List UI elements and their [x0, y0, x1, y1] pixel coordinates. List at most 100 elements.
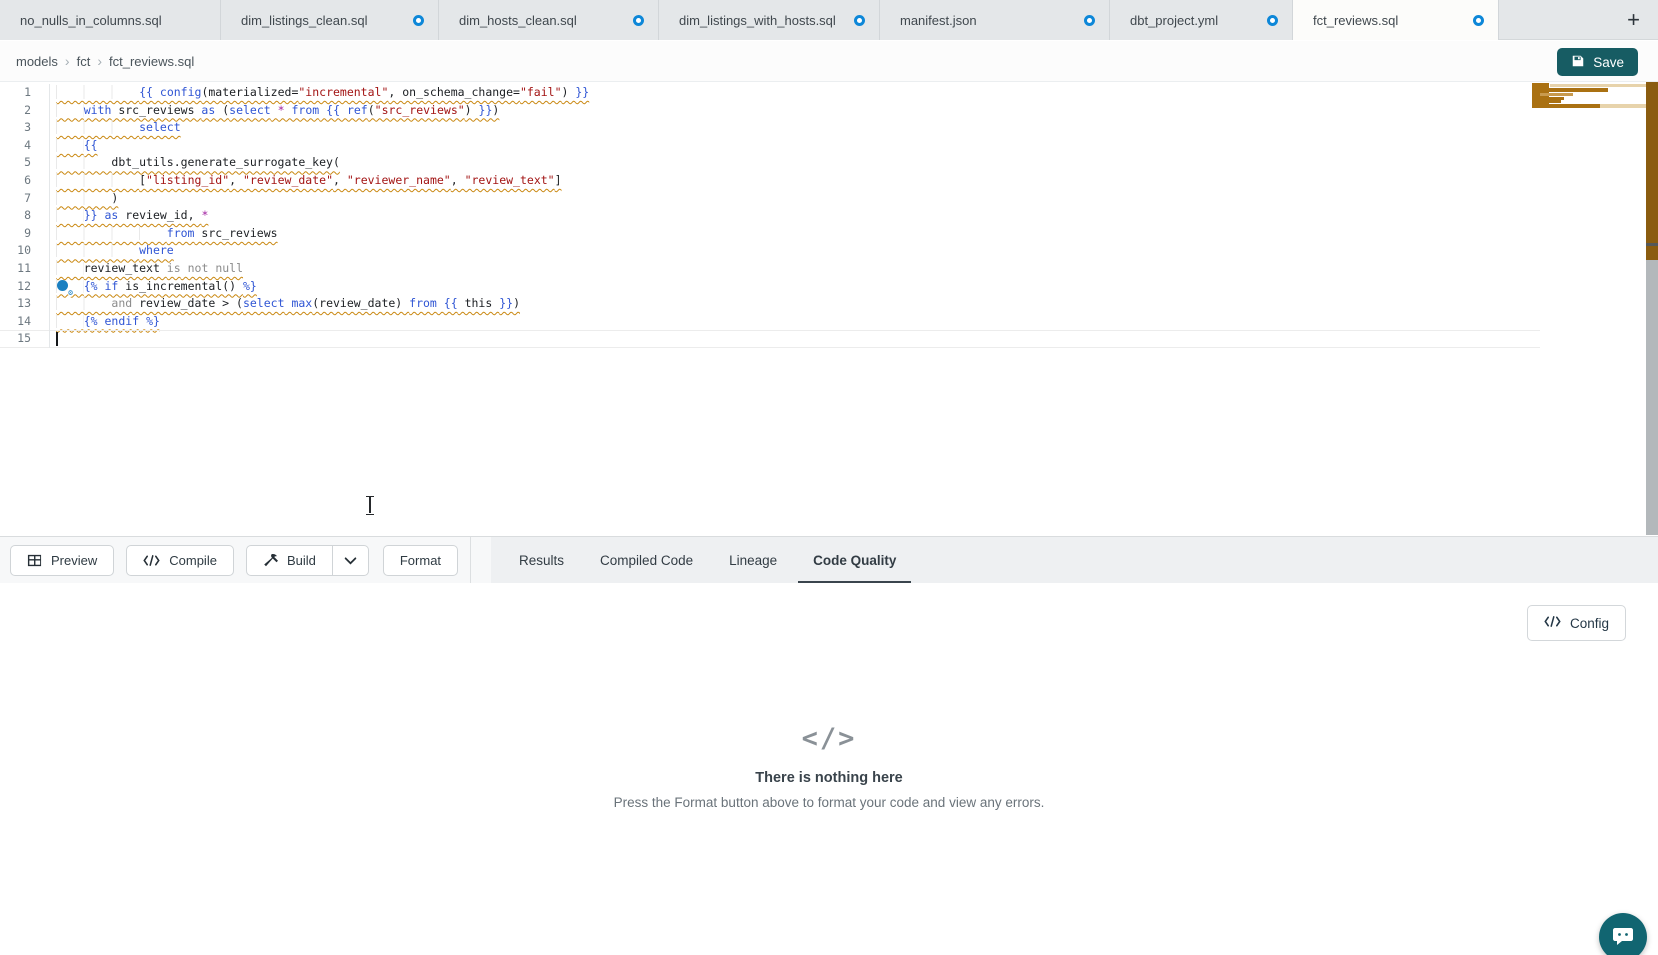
code-line-content: ["listing_id", "review_date", "reviewer_…	[50, 172, 562, 190]
code-line[interactable]: 11 review_text is not null	[0, 260, 1540, 278]
file-tab[interactable]: manifest.json	[880, 0, 1110, 40]
panel-tab-compiled-code[interactable]: Compiled Code	[585, 537, 708, 584]
line-number: 6	[0, 172, 50, 190]
file-tab[interactable]: dbt_project.yml	[1110, 0, 1293, 40]
code-token: )	[513, 296, 520, 310]
code-token: }}	[479, 103, 493, 117]
code-line[interactable]: 13 and review_date > (select max(review_…	[0, 295, 1540, 313]
code-line[interactable]: 4 {{	[0, 137, 1540, 155]
breadcrumb-item[interactable]: models	[16, 54, 58, 69]
code-token	[56, 120, 139, 134]
unsaved-changes-dot-icon	[633, 15, 644, 26]
scrollbar-warning-region	[1646, 82, 1658, 243]
build-dropdown-button[interactable]	[333, 545, 369, 576]
code-token: "src_reviews"	[375, 103, 465, 117]
quick-fix-icon[interactable]: ⚙	[57, 280, 72, 295]
chevron-down-icon	[344, 553, 357, 568]
copilot-chat-button[interactable]	[1599, 913, 1647, 955]
line-number: 7	[0, 190, 50, 208]
file-tab[interactable]: dim_listings_clean.sql	[221, 0, 439, 40]
line-number: 15	[0, 330, 50, 348]
code-token	[98, 208, 105, 222]
code-token: {{	[444, 296, 458, 310]
text-caret	[56, 332, 58, 346]
file-header-row: models›fct›fct_reviews.sql Save	[0, 41, 1658, 82]
result-panel-tabs: ResultsCompiled CodeLineageCode Quality	[491, 537, 1658, 584]
code-token: "review_text"	[465, 173, 555, 187]
code-editor[interactable]: 1 {{ config(materialized="incremental", …	[0, 82, 1658, 535]
dbt-ide-window: no_nulls_in_columns.sql dim_listings_clea…	[0, 0, 1658, 955]
code-token	[56, 243, 139, 257]
code-line[interactable]: 3 select	[0, 119, 1540, 137]
file-tab[interactable]: fct_reviews.sql	[1293, 0, 1499, 40]
code-token: from	[409, 296, 437, 310]
code-token: endif	[105, 314, 140, 328]
code-line[interactable]: 9 from src_reviews	[0, 225, 1540, 243]
line-number: 3	[0, 119, 50, 137]
compile-label: Compile	[169, 553, 217, 568]
code-token: from	[167, 226, 195, 240]
code-token	[56, 296, 111, 310]
code-line[interactable]: 1 {{ config(materialized="incremental", …	[0, 84, 1540, 102]
new-tab-button[interactable]: +	[1619, 10, 1648, 30]
panel-tab-code-quality[interactable]: Code Quality	[798, 537, 911, 584]
breadcrumb-item[interactable]: fct_reviews.sql	[109, 54, 194, 69]
format-button[interactable]: Format	[383, 545, 458, 576]
code-line[interactable]: 14 {% endif %}	[0, 313, 1540, 331]
code-line[interactable]: 12 {% if is_incremental() %}⚙	[0, 278, 1540, 296]
code-token: *	[201, 208, 208, 222]
file-tab[interactable]: dim_hosts_clean.sql	[439, 0, 659, 40]
code-token: review_date > (	[132, 296, 243, 310]
code-line[interactable]: 10 where	[0, 242, 1540, 260]
code-token	[98, 279, 105, 293]
panel-tab-results[interactable]: Results	[504, 537, 579, 584]
build-button[interactable]: Build	[246, 545, 333, 576]
code-line-content: and review_date > (select max(review_dat…	[50, 295, 520, 313]
save-button[interactable]: Save	[1557, 48, 1638, 76]
panel-tab-lineage[interactable]: Lineage	[714, 537, 792, 584]
editor-scrollbar[interactable]	[1646, 82, 1658, 535]
code-token	[56, 138, 84, 152]
chat-bubble-icon	[1611, 924, 1635, 951]
code-line[interactable]: 15	[0, 330, 1540, 348]
code-line-content: )	[50, 190, 118, 208]
code-token: is_incremental()	[118, 279, 243, 293]
breadcrumb-item[interactable]: fct	[77, 54, 91, 69]
file-tab-label: dim_hosts_clean.sql	[459, 13, 577, 28]
code-token: "reviewer_name"	[347, 173, 451, 187]
code-brackets-icon	[1544, 615, 1561, 631]
code-quality-panel: Config </> There is nothing here Press t…	[0, 583, 1658, 955]
file-tab-label: no_nulls_in_columns.sql	[20, 13, 162, 28]
mouse-text-cursor	[365, 496, 375, 513]
code-token: src_reviews	[194, 226, 277, 240]
code-token: (review_date)	[312, 296, 409, 310]
code-token: , on_schema_change=	[388, 85, 520, 99]
scrollbar-warning-region-2	[1646, 246, 1658, 260]
code-line-content: with src_reviews as (select * from {{ re…	[50, 102, 499, 120]
minimap-overview	[1532, 82, 1646, 110]
code-line[interactable]: 2 with src_reviews as (select * from {{ …	[0, 102, 1540, 120]
preview-label: Preview	[51, 553, 97, 568]
line-number: 14	[0, 313, 50, 331]
empty-state: </> There is nothing here Press the Form…	[0, 723, 1658, 810]
code-line[interactable]: 5 dbt_utils.generate_surrogate_key(	[0, 154, 1540, 172]
config-button[interactable]: Config	[1527, 605, 1626, 641]
file-tab[interactable]: no_nulls_in_columns.sql	[0, 0, 221, 40]
code-token: {%	[84, 314, 98, 328]
compile-button[interactable]: Compile	[126, 545, 234, 576]
code-token	[271, 103, 278, 117]
code-line[interactable]: 7 )	[0, 190, 1540, 208]
code-token: from	[292, 103, 320, 117]
file-tab[interactable]: dim_listings_with_hosts.sql	[659, 0, 880, 40]
code-token: {%	[84, 279, 98, 293]
code-token	[181, 261, 188, 275]
line-number: 11	[0, 260, 50, 278]
code-line[interactable]: 6 ["listing_id", "review_date", "reviewe…	[0, 172, 1540, 190]
preview-button[interactable]: Preview	[10, 545, 114, 576]
code-token: "fail"	[520, 85, 562, 99]
line-number: 5	[0, 154, 50, 172]
code-token: }}	[499, 296, 513, 310]
code-line-content: from src_reviews	[50, 225, 278, 243]
code-line[interactable]: 8 }} as review_id, *	[0, 207, 1540, 225]
code-token: "incremental"	[298, 85, 388, 99]
